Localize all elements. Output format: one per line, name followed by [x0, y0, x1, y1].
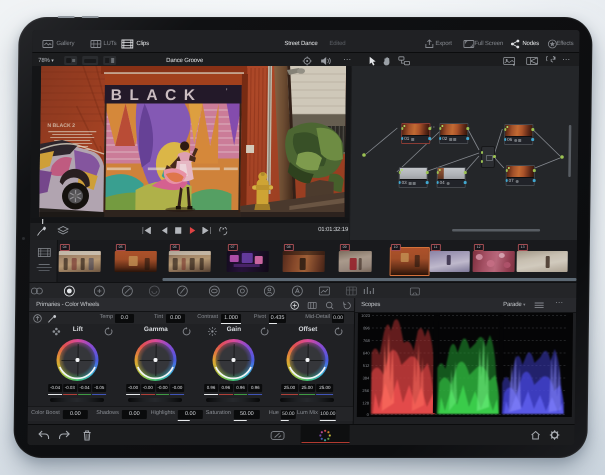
svg-text:128: 128: [362, 401, 370, 406]
svg-text:0: 0: [367, 412, 370, 417]
svg-text:896: 896: [363, 326, 371, 331]
svg-text:640: 640: [363, 351, 371, 356]
svg-text:384: 384: [363, 376, 371, 381]
svg-text:768: 768: [363, 338, 371, 343]
svg-text:1023: 1023: [361, 313, 371, 318]
svg-text:512: 512: [363, 363, 371, 368]
svg-text:256: 256: [362, 388, 370, 393]
